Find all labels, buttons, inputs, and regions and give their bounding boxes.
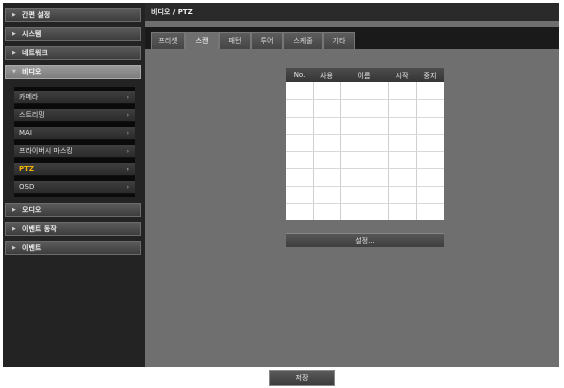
submenu-item-label: OSD: [19, 183, 35, 191]
table-header: No. 사용 이름 시작 중지: [286, 68, 444, 82]
main-panel: 비디오 / PTZ 프리셋 스캔 패턴 투어 스케줄 기타 No. 사용 이름 …: [145, 3, 559, 367]
submenu-item-privacy-masking[interactable]: 프라이버시 마스킹 ›: [14, 145, 135, 158]
chevron-right-icon: ›: [126, 165, 129, 173]
tab-pattern[interactable]: 패턴: [219, 32, 251, 49]
sidebar-item-label: 이벤트: [22, 244, 42, 252]
triangle-right-icon: ▶: [12, 245, 16, 251]
video-submenu: 카메라 › 스트리밍 › MAI › 프라이버시 마스킹 › PTZ › OSD…: [14, 87, 135, 197]
table-body[interactable]: [286, 82, 444, 220]
submenu-item-label: 스트리밍: [19, 111, 45, 119]
submenu-item-ptz[interactable]: PTZ ›: [14, 163, 135, 176]
triangle-right-icon: ▶: [12, 226, 16, 232]
table-row-divider: [286, 134, 444, 135]
sidebar-item-label: 네트워크: [22, 49, 48, 57]
sidebar-item-system[interactable]: ▶ 시스템: [5, 27, 141, 41]
app-window: ▶ 간편 설정 ▶ 시스템 ▶ 네트워크 ▼ 비디오 카메라 › 스트리밍 › …: [3, 3, 559, 367]
chevron-right-icon: ›: [126, 183, 129, 191]
triangle-right-icon: ▶: [12, 207, 16, 213]
chevron-right-icon: ›: [126, 129, 129, 137]
submenu-item-streaming[interactable]: 스트리밍 ›: [14, 109, 135, 122]
tab-scan[interactable]: 스캔: [185, 32, 219, 49]
sidebar-item-label: 시스템: [22, 30, 42, 38]
scan-table: No. 사용 이름 시작 중지: [286, 68, 444, 220]
submenu-item-label: 카메라: [19, 93, 39, 101]
sidebar-item-network[interactable]: ▶ 네트워크: [5, 46, 141, 60]
column-header-start: 시작: [395, 72, 409, 80]
table-row-divider: [286, 151, 444, 152]
triangle-down-icon: ▼: [12, 69, 16, 75]
setup-button[interactable]: 설정...: [286, 233, 444, 247]
table-row-divider: [286, 186, 444, 187]
tab-preset[interactable]: 프리셋: [151, 32, 185, 49]
page-title: 비디오 / PTZ: [145, 3, 559, 21]
sidebar-item-event[interactable]: ▶ 이벤트: [5, 241, 141, 255]
submenu-item-mai[interactable]: MAI ›: [14, 127, 135, 140]
submenu-item-osd[interactable]: OSD ›: [14, 181, 135, 194]
sidebar-item-label: 비디오: [22, 68, 42, 76]
chevron-right-icon: ›: [126, 93, 129, 101]
tab-other[interactable]: 기타: [323, 32, 355, 49]
submenu-item-label: MAI: [19, 129, 32, 137]
triangle-right-icon: ▶: [12, 12, 16, 18]
column-header-stop: 중지: [423, 72, 437, 80]
table-row-divider: [286, 117, 444, 118]
table-row-divider: [286, 99, 444, 100]
sidebar-item-quick-setup[interactable]: ▶ 간편 설정: [5, 8, 141, 22]
save-button[interactable]: 저장: [269, 370, 335, 386]
submenu-item-camera[interactable]: 카메라 ›: [14, 91, 135, 104]
tab-bar: 프리셋 스캔 패턴 투어 스케줄 기타: [145, 27, 559, 49]
column-header-no: No.: [293, 71, 306, 79]
table-row-divider: [286, 203, 444, 204]
tab-tour[interactable]: 투어: [251, 32, 283, 49]
sidebar-item-audio[interactable]: ▶ 오디오: [5, 203, 141, 217]
sidebar-item-label: 오디오: [22, 206, 42, 214]
column-header-use: 사용: [320, 72, 333, 80]
sidebar-item-label: 이벤트 동작: [22, 225, 57, 233]
submenu-item-label: 프라이버시 마스킹: [19, 147, 73, 155]
column-header-name: 이름: [357, 72, 371, 80]
sidebar-item-video[interactable]: ▼ 비디오: [5, 65, 141, 79]
tab-schedule[interactable]: 스케줄: [283, 32, 323, 49]
sidebar-item-event-action[interactable]: ▶ 이벤트 동작: [5, 222, 141, 236]
chevron-right-icon: ›: [126, 147, 129, 155]
sidebar: ▶ 간편 설정 ▶ 시스템 ▶ 네트워크 ▼ 비디오 카메라 › 스트리밍 › …: [3, 3, 145, 367]
sidebar-item-label: 간편 설정: [22, 11, 51, 19]
submenu-item-label: PTZ: [19, 165, 34, 173]
triangle-right-icon: ▶: [12, 50, 16, 56]
chevron-right-icon: ›: [126, 111, 129, 119]
table-row-divider: [286, 168, 444, 169]
triangle-right-icon: ▶: [12, 31, 16, 37]
